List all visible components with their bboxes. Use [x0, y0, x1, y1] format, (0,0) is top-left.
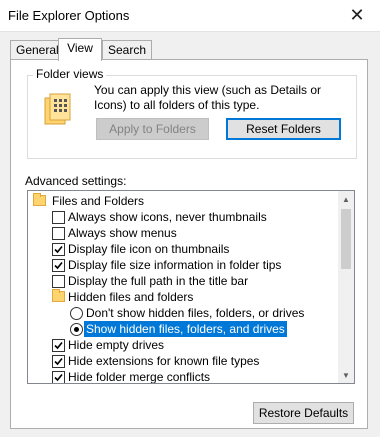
- tab-general[interactable]: General: [10, 40, 65, 59]
- tree-item-label: Hide folder merge conflicts: [68, 370, 211, 384]
- checkbox-checked-icon[interactable]: [52, 355, 65, 368]
- tree-item-label: Always show icons, never thumbnails: [68, 210, 267, 224]
- tree-item-label: Display the full path in the title bar: [68, 274, 249, 288]
- tab-search[interactable]: Search: [102, 40, 153, 59]
- restore-defaults-button[interactable]: Restore Defaults: [253, 402, 354, 424]
- tree-item-label: Hidden files and folders: [68, 290, 194, 304]
- tree-item-label: Hide extensions for known file types: [68, 354, 260, 368]
- checkbox-icon[interactable]: [52, 211, 65, 224]
- folder-views-label: Folder views: [33, 67, 107, 81]
- tree-item-label: Display file size information in folder …: [68, 258, 282, 272]
- checkbox-icon[interactable]: [52, 275, 65, 288]
- checkbox-checked-icon[interactable]: [52, 371, 65, 383]
- title-bar: File Explorer Options ✕: [0, 0, 380, 32]
- reset-folders-button[interactable]: Reset Folders: [226, 118, 341, 140]
- apply-to-folders-button[interactable]: Apply to Folders: [96, 118, 209, 140]
- checkbox-checked-icon[interactable]: [52, 243, 65, 256]
- scroll-up-icon[interactable]: ▲: [338, 191, 354, 207]
- folder-icon: [33, 193, 46, 206]
- tree-item-label: Always show menus: [68, 226, 177, 240]
- close-icon[interactable]: ✕: [334, 0, 380, 31]
- tab-view[interactable]: View: [58, 38, 102, 61]
- tree-item-label: Don't show hidden files, folders, or dri…: [86, 306, 305, 320]
- radio-icon[interactable]: [70, 307, 83, 320]
- checkbox-checked-icon[interactable]: [52, 259, 65, 272]
- folder-views-description: You can apply this view (such as Details…: [94, 83, 322, 112]
- tree-item-label: Files and Folders: [52, 194, 145, 208]
- vertical-scrollbar[interactable]: ▲ ▼: [338, 191, 354, 383]
- scroll-thumb[interactable]: [341, 209, 351, 269]
- folder-icon: [52, 289, 65, 302]
- tree-item-label-selected: Show hidden files, folders, and drives: [84, 321, 287, 337]
- advanced-settings-tree[interactable]: Files and Folders Always show icons, nev…: [27, 190, 355, 384]
- folder-views-icon: [44, 93, 71, 125]
- checkbox-checked-icon[interactable]: [52, 339, 65, 352]
- window-title: File Explorer Options: [8, 8, 130, 23]
- tree-item-label: Display file icon on thumbnails: [68, 242, 230, 256]
- advanced-settings-label: Advanced settings:: [25, 174, 127, 188]
- radio-selected-icon[interactable]: [70, 323, 83, 336]
- checkbox-icon[interactable]: [52, 227, 65, 240]
- tree-item-label: Hide empty drives: [68, 338, 165, 352]
- scroll-down-icon[interactable]: ▼: [338, 367, 354, 383]
